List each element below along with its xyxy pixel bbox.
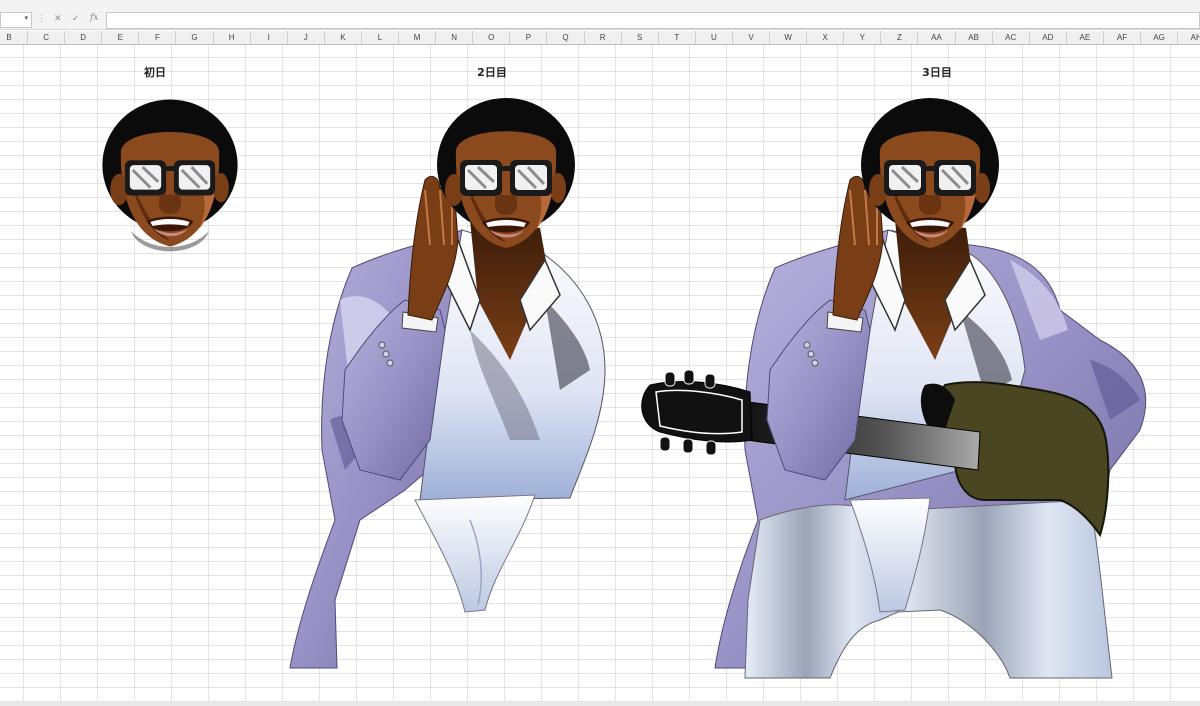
excel-art-drawing (100, 96, 1147, 679)
day1-portrait[interactable] (100, 97, 240, 252)
day2-portrait[interactable] (289, 96, 606, 669)
sheet-tabs-bar[interactable] (0, 702, 1200, 706)
day3-portrait[interactable] (641, 96, 1147, 679)
